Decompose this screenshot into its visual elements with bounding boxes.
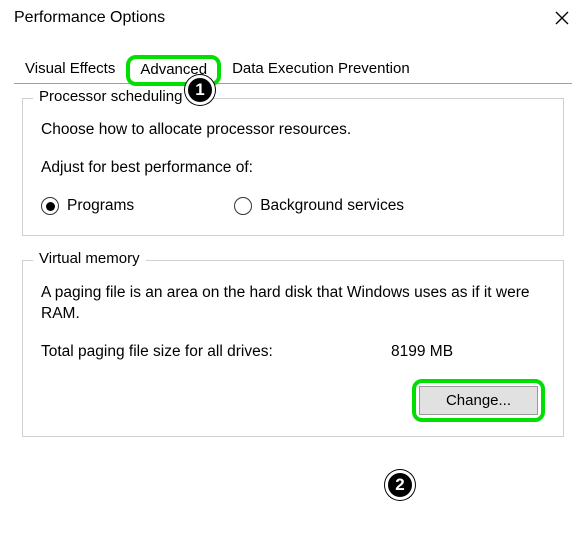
radio-circle-icon bbox=[41, 197, 59, 215]
tab-dep[interactable]: Data Execution Prevention bbox=[221, 55, 421, 84]
radio-programs[interactable]: Programs bbox=[41, 197, 134, 215]
adjust-label: Adjust for best performance of: bbox=[41, 159, 545, 177]
annotation-badge-1: 1 bbox=[185, 75, 215, 105]
radio-circle-icon bbox=[234, 197, 252, 215]
close-button[interactable] bbox=[552, 8, 572, 28]
tab-visual-effects[interactable]: Visual Effects bbox=[14, 55, 126, 84]
change-button-highlight: Change... bbox=[412, 379, 545, 422]
vm-total-value: 8199 MB bbox=[391, 343, 453, 361]
processor-desc: Choose how to allocate processor resourc… bbox=[41, 121, 545, 139]
close-icon bbox=[555, 11, 569, 25]
radio-background-services[interactable]: Background services bbox=[234, 197, 404, 215]
tab-bar: Visual Effects Advanced Data Execution P… bbox=[14, 52, 572, 84]
processor-scheduling-group: Processor scheduling Choose how to alloc… bbox=[22, 98, 564, 236]
radio-background-label: Background services bbox=[260, 197, 404, 215]
vm-desc: A paging file is an area on the hard dis… bbox=[41, 283, 545, 325]
virtual-memory-group: Virtual memory A paging file is an area … bbox=[22, 260, 564, 437]
processor-group-title: Processor scheduling bbox=[33, 88, 188, 105]
radio-programs-label: Programs bbox=[67, 197, 134, 215]
vm-total-label: Total paging file size for all drives: bbox=[41, 343, 391, 361]
change-button[interactable]: Change... bbox=[419, 386, 538, 415]
window-title: Performance Options bbox=[14, 9, 165, 27]
annotation-badge-2: 2 bbox=[385, 470, 415, 500]
vm-group-title: Virtual memory bbox=[33, 250, 146, 267]
